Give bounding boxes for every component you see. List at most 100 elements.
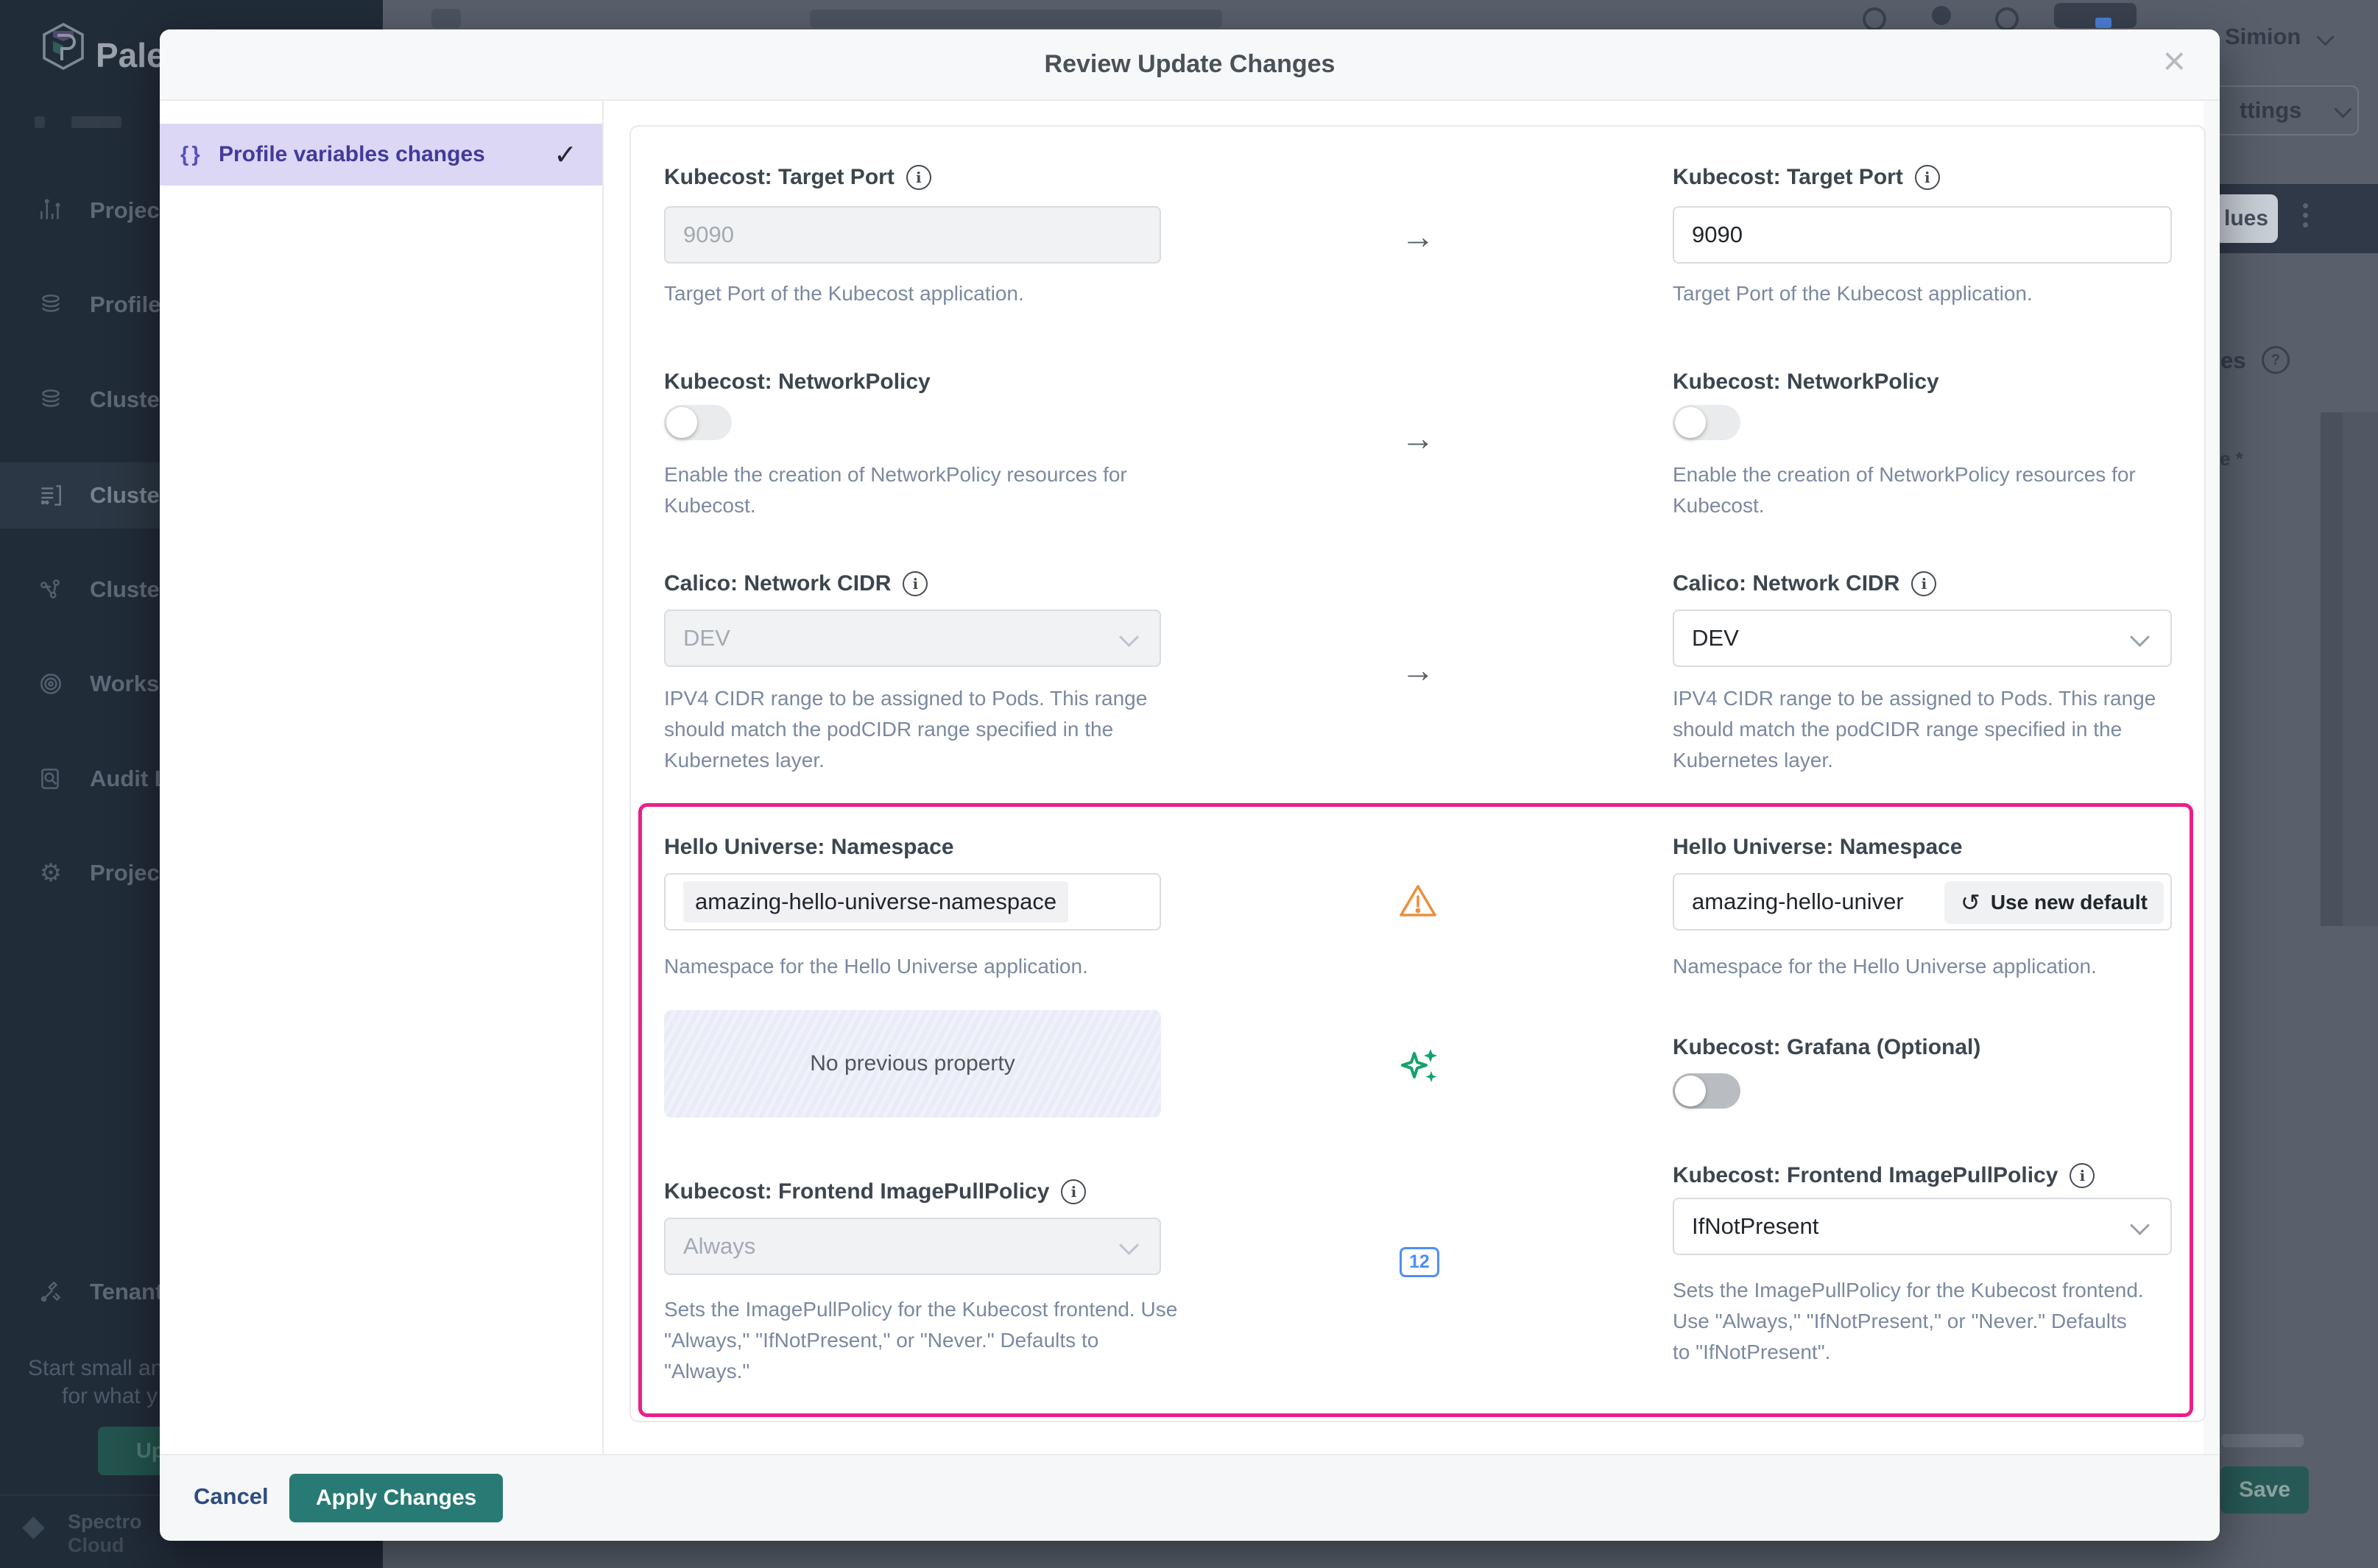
use-new-default-button[interactable]: ↺ Use new default [1944, 881, 2164, 924]
field-label-new: Calico: Network CIDR [1673, 571, 1936, 596]
arrow-right-icon: → [1401, 653, 1435, 687]
field-label-new: Hello Universe: Namespace [1673, 835, 1963, 860]
field-label-new: Kubecost: Target Port [1673, 165, 1940, 190]
info-icon[interactable] [1915, 165, 1940, 190]
page-fragment-bar [2221, 1434, 2304, 1447]
column-fragment: es [2220, 347, 2245, 374]
network-policy-new-toggle[interactable] [1673, 405, 1740, 440]
arrow-right-icon: → [1401, 421, 1435, 455]
field-label-old: Kubecost: NetworkPolicy [664, 370, 931, 395]
info-icon[interactable] [903, 571, 928, 596]
nav-item-profile-variables[interactable]: { } Profile variables changes ✓ [160, 124, 602, 186]
info-icon[interactable] [2070, 1163, 2095, 1188]
workspaces-icon [35, 668, 67, 700]
palette-logo-icon [41, 22, 85, 74]
clusters-icon [35, 479, 67, 512]
target-port-old-input: 9090 [664, 206, 1161, 264]
field-help-new: Target Port of the Kubecost application. [1673, 278, 2172, 309]
field-help-old: Namespace for the Hello Universe applica… [664, 951, 1161, 982]
check-icon: ✓ [554, 138, 577, 172]
sparkles-icon [1398, 1043, 1441, 1090]
namespace-old-input: amazing-hello-universe-namespace [664, 873, 1161, 930]
scrollbar-track [2343, 412, 2378, 926]
field-help-old: Sets the ImagePullPolicy for the Kubecos… [664, 1294, 1179, 1387]
gear-icon: ⚙ [35, 857, 67, 889]
namespace-new-input[interactable]: amazing-hello-univer ↺ Use new default [1673, 873, 2172, 930]
field-label-old: Hello Universe: Namespace [664, 835, 954, 860]
palette-logo-text: Pale [96, 35, 166, 75]
network-cidr-old-select: DEV [664, 610, 1161, 667]
field-label-old: Calico: Network CIDR [664, 571, 928, 596]
field-label-new: Kubecost: NetworkPolicy [1673, 370, 1939, 395]
promo-text-line2: for what y [62, 1384, 158, 1409]
modal-nav-pane: { } Profile variables changes ✓ [160, 101, 604, 1454]
promo-text-line1: Start small an [28, 1356, 163, 1381]
modal-scrollbar[interactable] [2204, 101, 2218, 1454]
chevron-down-icon [2334, 100, 2351, 118]
modal-title: Review Update Changes [1045, 50, 1336, 79]
warning-icon [1398, 883, 1438, 923]
breadcrumb-fragment [35, 116, 45, 128]
info-icon[interactable] [1061, 1179, 1086, 1204]
close-icon[interactable]: × [2162, 41, 2186, 81]
user-menu-name: Simion [2225, 24, 2301, 50]
no-previous-property-box: No previous property [664, 1010, 1161, 1117]
network-policy-old-toggle [664, 405, 732, 440]
chevron-down-icon [2130, 1215, 2150, 1235]
projects-icon [35, 194, 67, 227]
brand-name-bottom: Cloud [68, 1534, 124, 1557]
settings-dropdown-button: ttings [2209, 85, 2359, 135]
chevron-down-icon [2130, 627, 2150, 647]
save-button: Save [2220, 1466, 2309, 1514]
chevron-down-icon [1119, 1235, 1139, 1255]
field-help-old: IPV4 CIDR range to be assigned to Pods. … [664, 683, 1150, 776]
toggle-knob [666, 407, 697, 438]
cancel-button[interactable]: Cancel [194, 1483, 269, 1510]
toggle-knob [1675, 1076, 1706, 1106]
image-pull-policy-old-select: Always [664, 1218, 1161, 1275]
field-label-old: Kubecost: Frontend ImagePullPolicy [664, 1179, 1086, 1204]
search-icon [1863, 7, 1886, 31]
info-icon[interactable] [906, 165, 931, 190]
value-count-badge: 12 [1400, 1247, 1439, 1277]
avatar-accent [2095, 18, 2111, 28]
field-help-new: Sets the ImagePullPolicy for the Kubecos… [1673, 1275, 2144, 1368]
changes-container: Kubecost: Target Port 9090 Target Port o… [629, 125, 2206, 1422]
audit-logs-icon [35, 763, 67, 795]
field-help-old: Enable the creation of NetworkPolicy res… [664, 459, 1135, 521]
tools-icon [35, 1276, 67, 1308]
network-cidr-new-select[interactable]: DEV [1673, 610, 2172, 667]
grafana-toggle[interactable] [1673, 1073, 1740, 1109]
chevron-down-icon [2316, 28, 2334, 46]
review-update-changes-modal: Review Update Changes × { } Profile vari… [160, 29, 2220, 1539]
target-port-new-input[interactable]: 9090 [1673, 206, 2172, 264]
topbar-fragment-text [810, 10, 1222, 28]
modal-footer: Cancel Apply Changes [160, 1454, 2220, 1541]
field-help-old: Target Port of the Kubecost application. [664, 278, 1161, 309]
topbar-fragment-icon [431, 9, 461, 28]
field-help-new: Namespace for the Hello Universe applica… [1673, 951, 2172, 982]
values-tab: lues [2215, 194, 2278, 243]
field-label-new: Kubecost: Frontend ImagePullPolicy [1673, 1163, 2095, 1188]
arrow-right-icon: → [1401, 219, 1435, 253]
scrollbar [2321, 412, 2343, 926]
field-fragment: e * [2220, 448, 2243, 470]
image-pull-policy-new-select[interactable]: IfNotPresent [1673, 1198, 2172, 1255]
field-label-new: Kubecost: Grafana (Optional) [1673, 1035, 1980, 1060]
field-help-new: IPV4 CIDR range to be assigned to Pods. … [1673, 683, 2159, 776]
field-label-old: Kubecost: Target Port [664, 165, 931, 190]
field-help-new: Enable the creation of NetworkPolicy res… [1673, 459, 2144, 521]
info-icon[interactable] [1911, 571, 1936, 596]
history-icon: ↺ [1961, 889, 1980, 917]
notifications-bell-icon [1932, 6, 1951, 25]
braces-icon: { } [180, 143, 199, 167]
breadcrumb-fragment [71, 116, 121, 128]
spectro-cloud-logo-icon: ◆ [22, 1509, 45, 1543]
modal-header: Review Update Changes × [160, 29, 2220, 101]
kebab-menu-icon [2303, 199, 2308, 232]
chevron-down-icon [1119, 627, 1139, 647]
brand-name-top: Spectro [68, 1511, 142, 1533]
apply-changes-button[interactable]: Apply Changes [289, 1474, 503, 1522]
screen: Pale Project Profiles [0, 0, 2378, 1568]
cluster-profiles-icon [35, 384, 67, 416]
